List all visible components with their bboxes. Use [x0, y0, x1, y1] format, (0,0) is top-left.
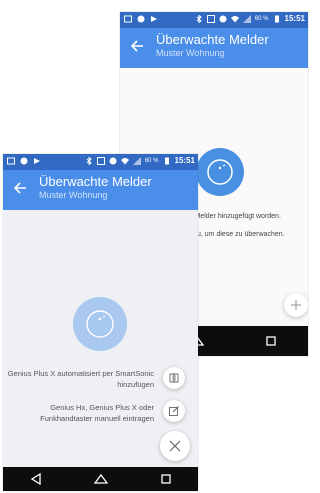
dnd-icon: [219, 15, 227, 22]
smartsonic-add-button[interactable]: [163, 367, 185, 389]
play-icon: [151, 16, 157, 22]
nfc-icon: [96, 156, 105, 165]
detector-icon-rear: [207, 159, 233, 185]
menu-item-smartsonic-line1: Genius Plus X automatisiert per SmartSon…: [7, 369, 154, 378]
page-title: Überwachte Melder: [156, 32, 269, 47]
home-nav-icon[interactable]: [93, 472, 108, 486]
status-bar: 60 % 15:51: [120, 12, 308, 28]
clock: 15:51: [174, 156, 195, 165]
menu-item-smartsonic-label[interactable]: Genius Plus X automatisiert per SmartSon…: [4, 368, 154, 390]
battery-icon: [274, 15, 279, 22]
back-arrow-icon[interactable]: [128, 37, 146, 55]
app-bar: Überwachte Melder Muster Wohnung: [3, 170, 198, 210]
menu-item-manual-label[interactable]: Genius Hx, Genius Plus X oder Funkhandta…: [4, 402, 154, 424]
recents-nav-icon[interactable]: [159, 472, 173, 486]
close-icon: [169, 440, 181, 452]
dnd-icon: [109, 157, 117, 164]
play-icon: [34, 158, 40, 164]
plus-icon: [291, 300, 301, 310]
signal-icon: [132, 156, 141, 165]
wifi-icon: [120, 157, 129, 164]
battery-percent: 60 %: [254, 15, 269, 22]
back-arrow-icon[interactable]: [11, 179, 29, 197]
shield-icon: [20, 157, 28, 165]
add-detector-button[interactable]: [284, 293, 308, 317]
recents-nav-icon[interactable]: [264, 334, 278, 348]
shield-icon: [137, 15, 145, 23]
page-subtitle: Muster Wohnung: [156, 48, 225, 58]
wifi-icon: [230, 15, 239, 22]
nfc-icon: [206, 14, 215, 23]
menu-item-smartsonic-line2: hinzufügen: [117, 380, 154, 389]
close-menu-button[interactable]: [160, 431, 190, 461]
photo-icon: [124, 15, 132, 23]
navigation-bar: [3, 467, 198, 491]
status-bar: 60 % 15:51: [3, 154, 198, 170]
bluetooth-icon: [86, 156, 92, 165]
page-subtitle: Muster Wohnung: [39, 190, 108, 200]
battery-icon: [164, 157, 169, 164]
battery-percent: 60 %: [144, 157, 159, 164]
manual-add-button[interactable]: [163, 400, 185, 422]
edit-icon: [169, 406, 179, 416]
page-title: Überwachte Melder: [39, 174, 152, 189]
menu-item-manual-line2: Funkhandtaster manuell eintragen: [40, 414, 154, 423]
detector-icon: [86, 310, 114, 338]
back-nav-icon[interactable]: [29, 472, 43, 486]
front-phone-screen: 60 % 15:51 Überwachte Melder Muster Wohn…: [3, 154, 198, 491]
bluetooth-icon: [196, 14, 202, 23]
photo-icon: [7, 157, 15, 165]
menu-item-manual-line1: Genius Hx, Genius Plus X oder: [50, 403, 154, 412]
app-bar: Überwachte Melder Muster Wohnung: [120, 28, 308, 68]
signal-icon: [242, 14, 251, 23]
clock: 15:51: [284, 14, 305, 23]
smartsonic-icon: [169, 373, 179, 383]
